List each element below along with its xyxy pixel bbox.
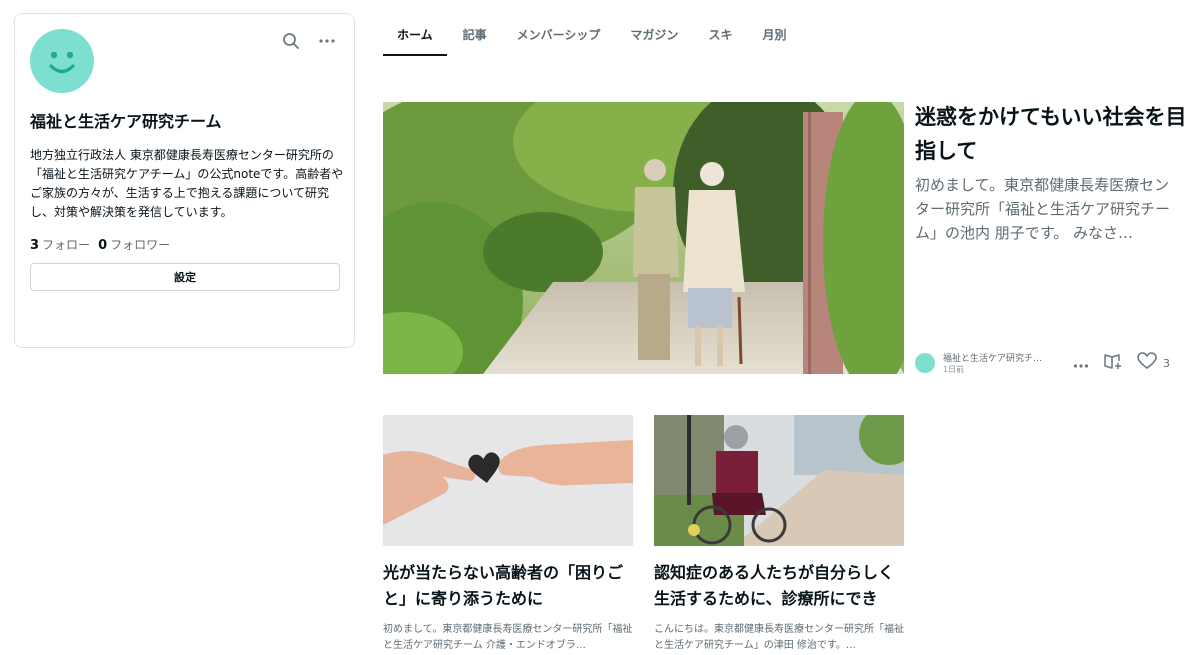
smiley-icon bbox=[49, 51, 75, 74]
follower-label: フォロワー bbox=[110, 238, 171, 252]
article-excerpt: 初めまして。東京都健康長寿医療センター研究所「福祉と生活ケア研究チーム 介護・エ… bbox=[383, 624, 633, 651]
profile-name: 福祉と生活ケア研究チーム bbox=[30, 112, 222, 131]
tab-bar: ホーム 記事 メンバーシップ マガジン スキ 月別 bbox=[383, 16, 802, 56]
article-image-hands-heart[interactable] bbox=[383, 415, 633, 546]
follow-count: 3 bbox=[30, 238, 40, 253]
profile-avatar[interactable] bbox=[30, 29, 94, 93]
article-card[interactable]: 光が当たらない高齢者の「困りごと」に寄り添うために 初めまして。東京都健康長寿医… bbox=[383, 415, 633, 654]
follow-label: フォロー bbox=[42, 238, 91, 252]
article-title[interactable]: 光が当たらない高齢者の「困りごと」に寄り添うために bbox=[383, 560, 633, 612]
tab-likes[interactable]: スキ bbox=[694, 16, 746, 56]
settings-button[interactable]: 設定 bbox=[30, 263, 340, 291]
article-card[interactable]: 認知症のある人たちが自分らしく生活するために、診療所にできる… こんにちは。東京… bbox=[654, 415, 904, 654]
follow-link[interactable]: 3 フォロー bbox=[30, 236, 90, 253]
more-icon[interactable] bbox=[1073, 354, 1089, 373]
article-image-wheelchair[interactable] bbox=[654, 415, 904, 546]
like-count: 3 bbox=[1163, 356, 1170, 370]
article-title[interactable]: 認知症のある人たちが自分らしく生活するために、診療所にできる… bbox=[654, 560, 904, 612]
tab-home[interactable]: ホーム bbox=[383, 16, 447, 56]
article-excerpt: こんにちは。東京都健康長寿医療センター研究所「福祉と生活ケア研究チーム」の津田 … bbox=[654, 624, 904, 651]
author-name[interactable]: 福祉と生活ケア研究チ… bbox=[943, 351, 1061, 364]
featured-article-meta: 福祉と生活ケア研究チ… 1日前 3 bbox=[915, 350, 1185, 376]
featured-article-image[interactable] bbox=[383, 102, 904, 374]
follower-count: 0 bbox=[98, 238, 108, 253]
tab-articles[interactable]: 記事 bbox=[449, 16, 501, 56]
profile-bio: 地方独立行政法人 東京都健康長寿医療センター研究所の「福祉と生活研究ケアチーム」… bbox=[30, 148, 344, 219]
post-time: 1日前 bbox=[943, 365, 965, 374]
heart-icon[interactable] bbox=[1137, 352, 1157, 374]
tab-magazine[interactable]: マガジン bbox=[616, 16, 692, 56]
profile-card: 福祉と生活ケア研究チーム 地方独立行政法人 東京都健康長寿医療センター研究所の「… bbox=[14, 13, 355, 348]
follow-stats: 3 フォロー 0 フォロワー bbox=[30, 236, 170, 253]
more-icon[interactable] bbox=[316, 30, 338, 52]
search-icon[interactable] bbox=[280, 30, 302, 52]
featured-article-title[interactable]: 迷惑をかけてもいい社会を目指して bbox=[915, 100, 1190, 168]
tab-membership[interactable]: メンバーシップ bbox=[503, 16, 615, 56]
featured-article-excerpt: 初めまして。東京都健康長寿医療センター研究所「福祉と生活ケア研究チーム」の池内 … bbox=[915, 176, 1171, 242]
author-avatar[interactable] bbox=[915, 353, 935, 373]
tab-monthly[interactable]: 月別 bbox=[748, 16, 800, 56]
add-to-magazine-icon[interactable] bbox=[1103, 352, 1123, 374]
follower-link[interactable]: 0 フォロワー bbox=[98, 236, 170, 253]
